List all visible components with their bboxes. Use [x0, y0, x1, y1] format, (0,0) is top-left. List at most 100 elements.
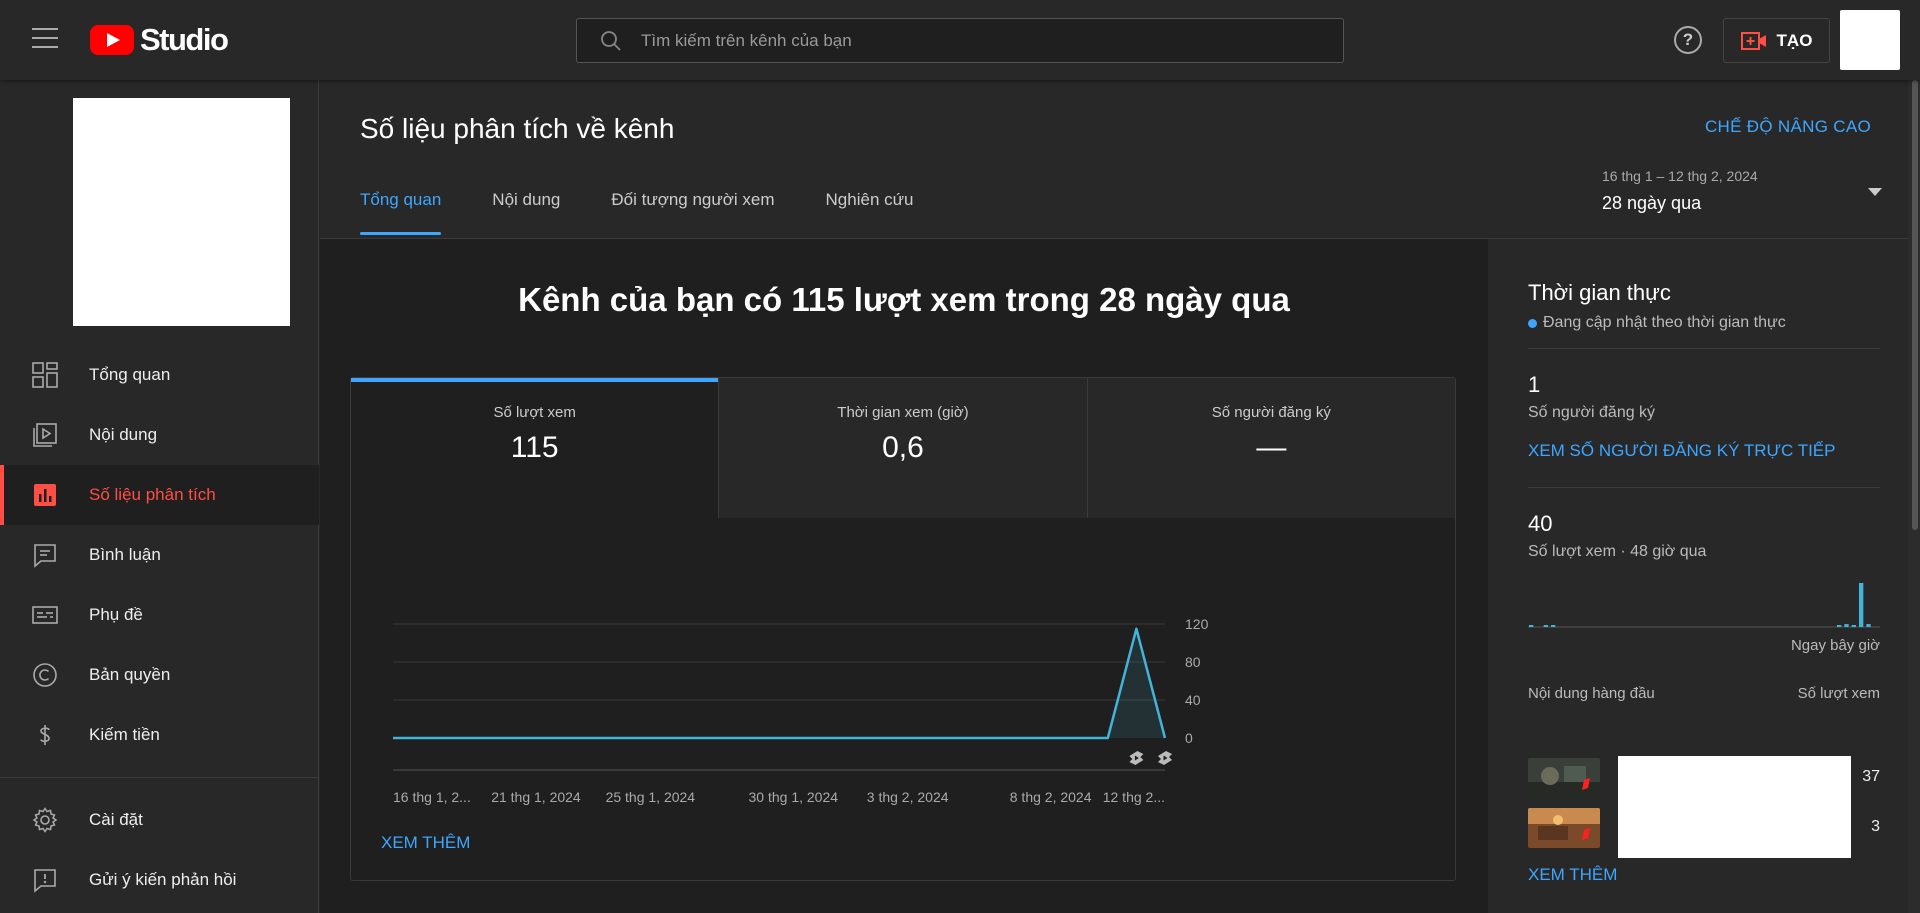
sidebar-item-label: Nội dung	[89, 425, 158, 444]
sidebar-item-label: Gửi ý kiến phản hồi	[89, 870, 237, 889]
realtime-subscribers-value: 1	[1528, 372, 1541, 397]
sidebar-item-label: Bản quyền	[89, 665, 171, 684]
overview-content: Kênh của bạn có 115 lượt xem trong 28 ng…	[320, 239, 1488, 913]
search-box[interactable]	[576, 18, 1344, 63]
realtime-see-more-link[interactable]: XEM THÊM	[1528, 865, 1617, 885]
date-range-picker[interactable]: 16 thg 1 – 12 thg 2, 2024 28 ngày qua	[1602, 168, 1882, 214]
date-range-dates: 16 thg 1 – 12 thg 2, 2024	[1602, 168, 1758, 184]
create-button[interactable]: TẠO	[1723, 18, 1830, 63]
scrollbar-thumb[interactable]	[1912, 80, 1918, 530]
metric-value: —	[1256, 431, 1287, 464]
shorts-icon	[1158, 751, 1172, 765]
content-icon	[31, 421, 59, 449]
sidebar-divider	[0, 777, 319, 778]
copyright-icon	[31, 661, 59, 689]
top-content-thumbnail[interactable]	[1528, 808, 1600, 848]
sidebar-item-dashboard[interactable]: Tổng quan	[0, 345, 319, 405]
create-video-icon	[1740, 31, 1766, 50]
gear-icon	[31, 806, 59, 834]
sidebar-item-label: Kiếm tiền	[89, 725, 160, 744]
realtime-bar	[1551, 625, 1556, 627]
sidebar-item-label: Cài đặt	[89, 810, 143, 829]
x-tick-label: 8 thg 2, 2024	[1010, 789, 1092, 805]
sidebar: Tổng quan Nội dung Số liệu phân tích Bìn…	[0, 80, 319, 913]
top-content-views: 3	[1871, 818, 1880, 835]
sidebar-item-settings[interactable]: Cài đặt	[0, 790, 319, 850]
realtime-bar	[1543, 625, 1548, 627]
top-bar: Studio ? TẠO	[0, 0, 1920, 80]
sidebar-item-subtitles[interactable]: Phụ đề	[0, 585, 319, 645]
realtime-bar	[1859, 583, 1864, 627]
tab-audience[interactable]: Đối tượng người xem	[611, 190, 774, 238]
live-subscriber-count-link[interactable]: XEM SỐ NGƯỜI ĐĂNG KÝ TRỰC TIẾP	[1528, 441, 1835, 461]
realtime-divider	[1528, 487, 1880, 488]
metrics-card: Số lượt xem 115 Thời gian xem (giờ) 0,6 …	[350, 377, 1456, 881]
sidebar-item-label: Bình luận	[89, 545, 161, 564]
x-tick-label: 30 thg 1, 2024	[749, 789, 839, 805]
y-tick-label: 80	[1185, 654, 1201, 670]
area-fill	[393, 628, 1165, 738]
x-tick-label: 16 thg 1, 2...	[393, 789, 471, 805]
realtime-title: Thời gian thực	[1528, 280, 1671, 305]
realtime-divider	[1528, 348, 1880, 349]
sidebar-item-comments[interactable]: Bình luận	[0, 525, 319, 585]
search-icon	[601, 30, 621, 51]
sidebar-item-label: Tổng quan	[89, 365, 171, 384]
analytics-icon	[31, 481, 59, 509]
date-range-label: 28 ngày qua	[1602, 193, 1702, 213]
tab-research[interactable]: Nghiên cứu	[826, 190, 914, 238]
metric-watch-time[interactable]: Thời gian xem (giờ) 0,6	[719, 378, 1088, 518]
y-tick-label: 40	[1185, 692, 1201, 708]
top-content-views: 37	[1862, 768, 1880, 785]
metric-label: Thời gian xem (giờ)	[837, 404, 969, 421]
top-views-header: Số lượt xem	[1797, 685, 1880, 702]
dollar-icon	[31, 721, 59, 749]
metric-label: Số người đăng ký	[1211, 404, 1331, 421]
x-tick-label: 3 thg 2, 2024	[867, 789, 949, 805]
channel-avatar[interactable]	[73, 98, 290, 326]
tab-overview[interactable]: Tổng quan	[360, 190, 442, 238]
sidebar-item-label: Số liệu phân tích	[89, 485, 216, 504]
top-content-header: Nội dung hàng đầu	[1528, 685, 1655, 702]
shorts-icon	[1129, 751, 1144, 765]
comments-icon	[31, 541, 59, 569]
metric-tabs: Số lượt xem 115 Thời gian xem (giờ) 0,6 …	[351, 378, 1455, 518]
tab-content[interactable]: Nội dung	[492, 190, 560, 238]
top-content-thumbnail[interactable]	[1528, 758, 1600, 798]
realtime-bar	[1529, 625, 1534, 627]
analytics-tabs: Tổng quan Nội dung Đối tượng người xem N…	[360, 190, 964, 238]
account-avatar[interactable]	[1840, 10, 1900, 70]
sidebar-item-monetization[interactable]: Kiếm tiền	[0, 705, 319, 765]
realtime-bar	[1844, 624, 1849, 627]
x-tick-label: 25 thg 1, 2024	[606, 789, 696, 805]
realtime-panel: Thời gian thực Đang cập nhật theo thời g…	[1508, 259, 1900, 904]
x-tick-label: 21 thg 1, 2024	[491, 789, 581, 805]
sidebar-item-feedback[interactable]: Gửi ý kiến phản hồi	[0, 850, 319, 910]
studio-logo[interactable]: Studio	[90, 22, 229, 58]
youtube-play-icon	[90, 25, 134, 55]
sidebar-nav: Tổng quan Nội dung Số liệu phân tích Bìn…	[0, 345, 319, 910]
menu-icon[interactable]	[32, 28, 58, 50]
sidebar-item-copyright[interactable]: Bản quyền	[0, 645, 319, 705]
realtime-views-label: Số lượt xem · 48 giờ qua	[1528, 543, 1707, 560]
summary-headline: Kênh của bạn có 115 lượt xem trong 28 ng…	[518, 281, 1290, 318]
search-input[interactable]	[641, 30, 1291, 51]
metric-subscribers[interactable]: Số người đăng ký —	[1087, 378, 1455, 518]
realtime-subtitle-text: Đang cập nhật theo thời gian thực	[1543, 314, 1786, 331]
subtitles-icon	[31, 601, 59, 629]
sidebar-item-label: Phụ đề	[89, 605, 143, 624]
feedback-icon	[31, 866, 59, 894]
advanced-mode-link[interactable]: CHẾ ĐỘ NÂNG CAO	[1705, 117, 1871, 137]
views-chart: 0 40 80 120 16 thg 1, 2... 21 thg 1, 2024 25 t…	[393, 616, 1209, 805]
create-label: TẠO	[1776, 30, 1813, 50]
series-line	[393, 627, 1167, 740]
realtime-subtitle: Đang cập nhật theo thời gian thực	[1528, 314, 1786, 332]
sidebar-item-analytics[interactable]: Số liệu phân tích	[0, 465, 319, 525]
realtime-subscribers-label: Số người đăng ký	[1528, 404, 1656, 421]
y-tick-label: 120	[1185, 616, 1209, 632]
metric-views[interactable]: Số lượt xem 115	[351, 378, 720, 518]
sidebar-item-content[interactable]: Nội dung	[0, 405, 319, 465]
see-more-link[interactable]: XEM THÊM	[381, 833, 470, 853]
metric-value: 115	[510, 431, 559, 464]
help-icon[interactable]: ?	[1674, 26, 1702, 54]
